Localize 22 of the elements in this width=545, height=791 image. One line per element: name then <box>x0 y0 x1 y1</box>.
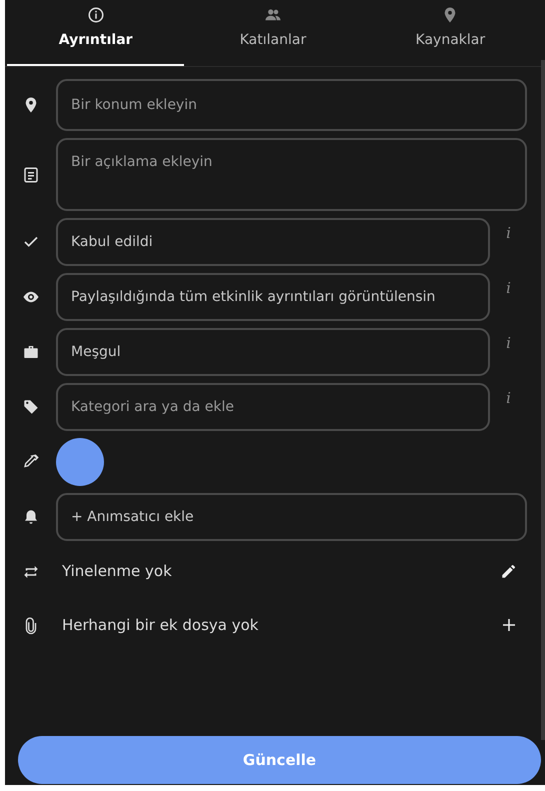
briefcase-icon <box>22 343 40 361</box>
notes-icon <box>22 166 40 184</box>
info-icon <box>86 6 105 24</box>
color-swatch[interactable] <box>56 438 104 486</box>
tab[interactable]: Kaynaklar <box>362 0 539 66</box>
category-field[interactable]: Kategori ara ya da ekle <box>56 383 490 431</box>
setting-label: Herhangi bir ek dosya yok <box>61 615 260 636</box>
setting-label: Yinelenme yok <box>61 561 173 582</box>
tab[interactable]: Ayrıntılar <box>7 0 184 66</box>
info-icon[interactable]: i <box>490 218 527 244</box>
info-icon[interactable]: i <box>490 328 527 354</box>
description-field[interactable]: Bir açıklama ekleyin <box>56 138 527 211</box>
dropdown-field[interactable]: Kabul edildi <box>56 218 490 266</box>
pencil-icon <box>500 562 518 580</box>
tag-icon <box>22 398 40 416</box>
location-field[interactable]: Bir konum ekleyin <box>56 79 527 131</box>
info-icon[interactable]: i <box>490 273 527 300</box>
tab[interactable]: Katılanlar <box>184 0 362 66</box>
dropdown-field[interactable]: Meşgul <box>56 328 490 376</box>
dropdown-field[interactable]: Paylaşıldığında tüm etkinlik ayrıntıları görüntülensin <box>56 273 490 321</box>
info-icon[interactable]: i <box>490 383 527 410</box>
add-reminder-button[interactable]: + Anımsatıcı ekle <box>56 493 527 541</box>
